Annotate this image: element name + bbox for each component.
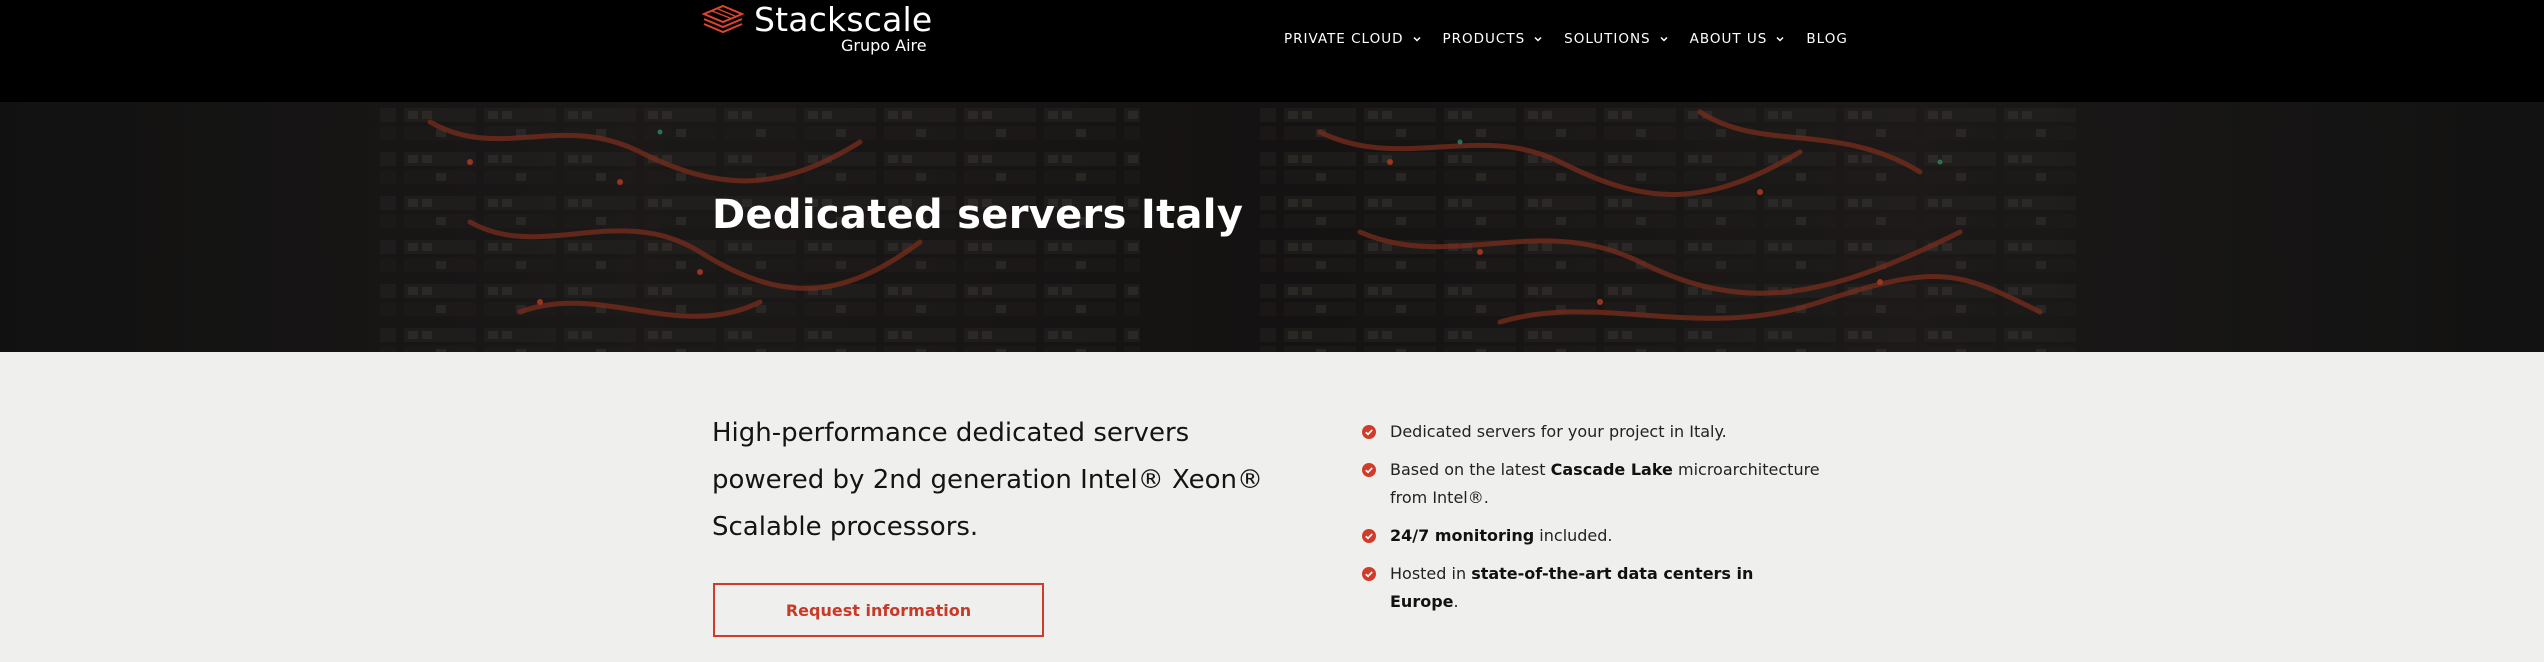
brand-subtitle: Grupo Aire: [841, 36, 927, 55]
list-item: Dedicated servers for your project in It…: [1362, 418, 1822, 446]
feature-emphasis: 24/7 monitoring: [1390, 526, 1535, 545]
nav-item-products[interactable]: PRODUCTS: [1443, 31, 1543, 47]
feature-list: Dedicated servers for your project in It…: [1362, 418, 1822, 626]
nav-item-about-us[interactable]: ABOUT US: [1690, 31, 1785, 47]
check-circle-icon: [1362, 425, 1376, 439]
check-circle-icon: [1362, 529, 1376, 543]
list-item: 24/7 monitoring included.: [1362, 522, 1822, 550]
intro-section: High-performance dedicated servers power…: [0, 352, 2544, 662]
feature-text: Dedicated servers for your project in It…: [1390, 422, 1727, 441]
check-circle-icon: [1362, 463, 1376, 477]
brand-name: Stackscale: [754, 0, 933, 39]
hero-banner: Dedicated servers Italy: [0, 102, 2544, 352]
nav-item-label: ABOUT US: [1689, 31, 1768, 47]
feature-text: included.: [1534, 526, 1613, 545]
list-item: Based on the latest Cascade Lake microar…: [1362, 456, 1822, 512]
chevron-down-icon: [1534, 36, 1542, 42]
nav-item-solutions[interactable]: SOLUTIONS: [1564, 31, 1668, 47]
chevron-down-icon: [1412, 36, 1421, 42]
intro-text: High-performance dedicated servers power…: [712, 418, 1264, 542]
nav-item-private-cloud[interactable]: PRIVATE CLOUD: [1284, 31, 1421, 47]
nav-item-label: SOLUTIONS: [1564, 31, 1651, 47]
nav-item-label: BLOG: [1806, 31, 1848, 47]
chevron-down-icon: [1776, 36, 1784, 42]
nav-item-blog[interactable]: BLOG: [1806, 31, 1847, 47]
chevron-down-icon: [1660, 36, 1668, 42]
nav-item-label: PRODUCTS: [1442, 31, 1526, 47]
main-nav: PRIVATE CLOUD PRODUCTS SOLUTIONS ABOUT U…: [1284, 29, 1848, 49]
hero-background-image: [0, 102, 2544, 352]
check-circle-icon: [1362, 567, 1376, 581]
brand-logo[interactable]: Stackscale Grupo Aire: [702, 0, 932, 60]
feature-emphasis: Cascade Lake: [1550, 460, 1673, 479]
site-header: Stackscale Grupo Aire PRIVATE CLOUD PROD…: [0, 0, 2544, 102]
layered-stack-logo-icon: [702, 4, 744, 34]
nav-item-label: PRIVATE CLOUD: [1284, 31, 1404, 47]
list-item: Hosted in state-of-the-art data centers …: [1362, 560, 1822, 616]
feature-text: .: [1453, 592, 1459, 611]
feature-text: Based on the latest: [1390, 460, 1551, 479]
feature-text: Hosted in: [1390, 564, 1472, 583]
request-information-button[interactable]: Request information: [713, 583, 1044, 637]
page-title: Dedicated servers Italy: [712, 192, 1244, 238]
